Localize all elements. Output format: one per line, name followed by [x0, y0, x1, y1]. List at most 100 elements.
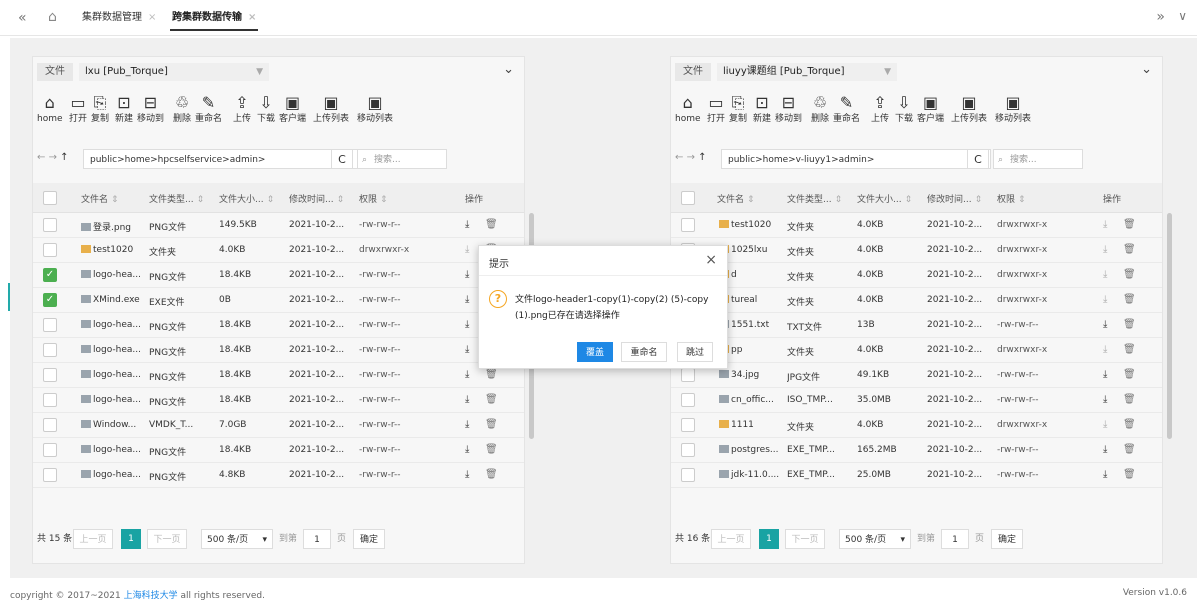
trash-icon[interactable]: 🗑: [485, 219, 498, 230]
copy-button[interactable]: ⎘ 复制: [91, 93, 109, 125]
search-input[interactable]: ⌕ 搜索...: [993, 149, 1083, 169]
row-checkbox[interactable]: [43, 368, 57, 382]
table-row[interactable]: ✓ XMind.exe EXE文件 0B 2021-10-2... -rw-rw-r-- ⤓…: [33, 288, 524, 313]
cell-name[interactable]: postgres...: [719, 445, 783, 455]
download-icon[interactable]: ⤓: [465, 369, 469, 380]
expand-nav-icon[interactable]: »: [1156, 9, 1165, 25]
row-checkbox[interactable]: [43, 243, 57, 257]
path-input[interactable]: public>home>v-liuyy1>admin>: [721, 149, 991, 169]
overwrite-button[interactable]: 覆盖: [577, 342, 613, 362]
up-arrow-icon[interactable]: ↑: [60, 152, 68, 163]
cell-name[interactable]: logo-hea...: [81, 470, 145, 480]
cell-name[interactable]: 1551.txt: [719, 320, 783, 330]
cell-name[interactable]: logo-hea...: [81, 395, 145, 405]
table-row[interactable]: logo-hea... PNG文件 4.8KB 2021-10-2... -rw-rw-…: [33, 463, 524, 488]
trash-icon[interactable]: 🗑: [1123, 469, 1136, 480]
col-header-name[interactable]: 文件名 ⇕: [717, 192, 755, 205]
trash-icon[interactable]: 🗑: [1123, 319, 1136, 330]
table-row[interactable]: 1551.txt TXT文件 13B 2021-10-2... -rw-rw-r-- ⤓ 🗑: [671, 313, 1162, 338]
table-row[interactable]: Window... VMDK_T... 7.0GB 2021-10-2... -rw-r…: [33, 413, 524, 438]
col-header-name[interactable]: 文件名 ⇕: [81, 192, 119, 205]
row-checkbox[interactable]: [681, 218, 695, 232]
download-icon[interactable]: ⤓: [465, 344, 469, 355]
table-row[interactable]: postgres... EXE_TMP... 165.2MB 2021-10-2...…: [671, 438, 1162, 463]
col-header-type[interactable]: 文件类型... ⇕: [787, 192, 842, 205]
col-header-permission[interactable]: 权限 ⇕: [997, 192, 1026, 205]
trash-icon[interactable]: 🗑: [485, 369, 498, 380]
next-page-button[interactable]: 下一页: [147, 529, 187, 549]
rename-button[interactable]: ✎ 重命名: [195, 93, 222, 125]
cell-name[interactable]: logo-hea...: [81, 370, 145, 380]
download-icon[interactable]: ⤓: [1103, 444, 1107, 455]
download-icon[interactable]: ⤓: [1103, 244, 1107, 255]
table-row[interactable]: ✓ logo-hea... PNG文件 18.4KB 2021-10-2... -rw-r…: [33, 263, 524, 288]
cell-name[interactable]: Window...: [81, 420, 145, 430]
row-checkbox[interactable]: [43, 393, 57, 407]
prev-page-button[interactable]: 上一页: [711, 529, 751, 549]
table-row[interactable]: jdk-11.0.... EXE_TMP... 25.0MB 2021-10-2...…: [671, 463, 1162, 488]
col-header-time[interactable]: 修改时间... ⇕: [927, 192, 982, 205]
trash-icon[interactable]: 🗑: [1123, 219, 1136, 230]
table-row[interactable]: 1025lxu 文件夹 4.0KB 2021-10-2... drwxrwxr-x ⤓ 🗑: [671, 238, 1162, 263]
select-all-checkbox[interactable]: [43, 191, 57, 205]
trash-icon[interactable]: 🗑: [1123, 269, 1136, 280]
table-row[interactable]: test1020文件夹4.0KB2021-10-2...drwxrwxr-x⤓🗑: [671, 213, 1162, 238]
trash-icon[interactable]: 🗑: [1123, 394, 1136, 405]
table-row[interactable]: 34.jpg JPG文件 49.1KB 2021-10-2... -rw-rw-r-- ⤓…: [671, 363, 1162, 388]
download-icon[interactable]: ⤓: [1103, 394, 1107, 405]
col-header-size[interactable]: 文件大小... ⇕: [857, 192, 912, 205]
row-checkbox[interactable]: [43, 218, 57, 232]
table-row[interactable]: logo-hea... PNG文件 18.4KB 2021-10-2... -rw-rw…: [33, 363, 524, 388]
page-number-input[interactable]: 1: [303, 529, 331, 549]
close-icon[interactable]: ×: [248, 12, 256, 23]
trash-icon[interactable]: 🗑: [485, 419, 498, 430]
rename-button[interactable]: 重命名: [621, 342, 667, 362]
upload-button[interactable]: ⇪ 上传: [233, 93, 251, 125]
cluster-select[interactable]: liuyy课题组 [Pub_Torque] ▼: [717, 63, 897, 81]
row-checkbox[interactable]: [43, 343, 57, 357]
delete-button[interactable]: ♲ 删除: [811, 93, 829, 125]
open-button[interactable]: ▭ 打开: [707, 93, 725, 125]
trash-icon[interactable]: 🗑: [1123, 419, 1136, 430]
tab-cluster-data-management[interactable]: 集群数据管理 ×: [72, 0, 166, 36]
trash-icon[interactable]: 🗑: [1123, 294, 1136, 305]
upload-list-button[interactable]: ▣ 上传列表: [951, 93, 987, 125]
download-icon[interactable]: ⤓: [1103, 319, 1107, 330]
cell-name[interactable]: cn_offic...: [719, 395, 783, 405]
download-icon[interactable]: ⤓: [1103, 269, 1107, 280]
org-link[interactable]: 上海科技大学: [124, 591, 178, 601]
select-all-checkbox[interactable]: [681, 191, 695, 205]
col-header-size[interactable]: 文件大小... ⇕: [219, 192, 274, 205]
row-checkbox[interactable]: [681, 418, 695, 432]
upload-button[interactable]: ⇪ 上传: [871, 93, 889, 125]
download-icon[interactable]: ⤓: [1103, 294, 1107, 305]
download-icon[interactable]: ⤓: [465, 394, 469, 405]
download-icon[interactable]: ⤓: [1103, 369, 1107, 380]
table-row[interactable]: tureal 文件夹 4.0KB 2021-10-2... drwxrwxr-x ⤓ 🗑: [671, 288, 1162, 313]
download-icon[interactable]: ⤓: [465, 269, 469, 280]
forward-arrow-icon[interactable]: →: [49, 152, 57, 163]
path-input[interactable]: public>home>hpcselfservice>admin>: [83, 149, 359, 169]
cell-name[interactable]: test1020: [719, 220, 783, 230]
open-button[interactable]: ▭ 打开: [69, 93, 87, 125]
download-icon[interactable]: ⤓: [465, 419, 469, 430]
prev-page-button[interactable]: 上一页: [73, 529, 113, 549]
close-icon[interactable]: ×: [705, 252, 717, 268]
delete-button[interactable]: ♲ 删除: [173, 93, 191, 125]
table-scrollbar[interactable]: [1167, 213, 1172, 439]
trash-icon[interactable]: 🗑: [485, 444, 498, 455]
download-icon[interactable]: ⤓: [465, 219, 469, 230]
table-row[interactable]: logo-hea... PNG文件 18.4KB 2021-10-2... -rw-rw…: [33, 338, 524, 363]
table-row[interactable]: d 文件夹 4.0KB 2021-10-2... drwxrwxr-x ⤓ 🗑: [671, 263, 1162, 288]
cell-name[interactable]: logo-hea...: [81, 345, 145, 355]
table-row[interactable]: pp 文件夹 4.0KB 2021-10-2... drwxrwxr-x ⤓ 🗑: [671, 338, 1162, 363]
move-to-button[interactable]: ⊟ 移动到: [137, 93, 164, 125]
cell-name[interactable]: jdk-11.0....: [719, 470, 783, 480]
cell-name[interactable]: d: [719, 270, 783, 280]
back-arrow-icon[interactable]: ←: [675, 152, 683, 163]
cell-name[interactable]: tureal: [719, 295, 783, 305]
table-row[interactable]: test1020文件夹4.0KB2021-10-2...drwxrwxr-x⤓🗑: [33, 238, 524, 263]
download-icon[interactable]: ⤓: [465, 244, 469, 255]
collapse-nav-icon[interactable]: «: [18, 10, 27, 26]
trash-icon[interactable]: 🗑: [1123, 244, 1136, 255]
